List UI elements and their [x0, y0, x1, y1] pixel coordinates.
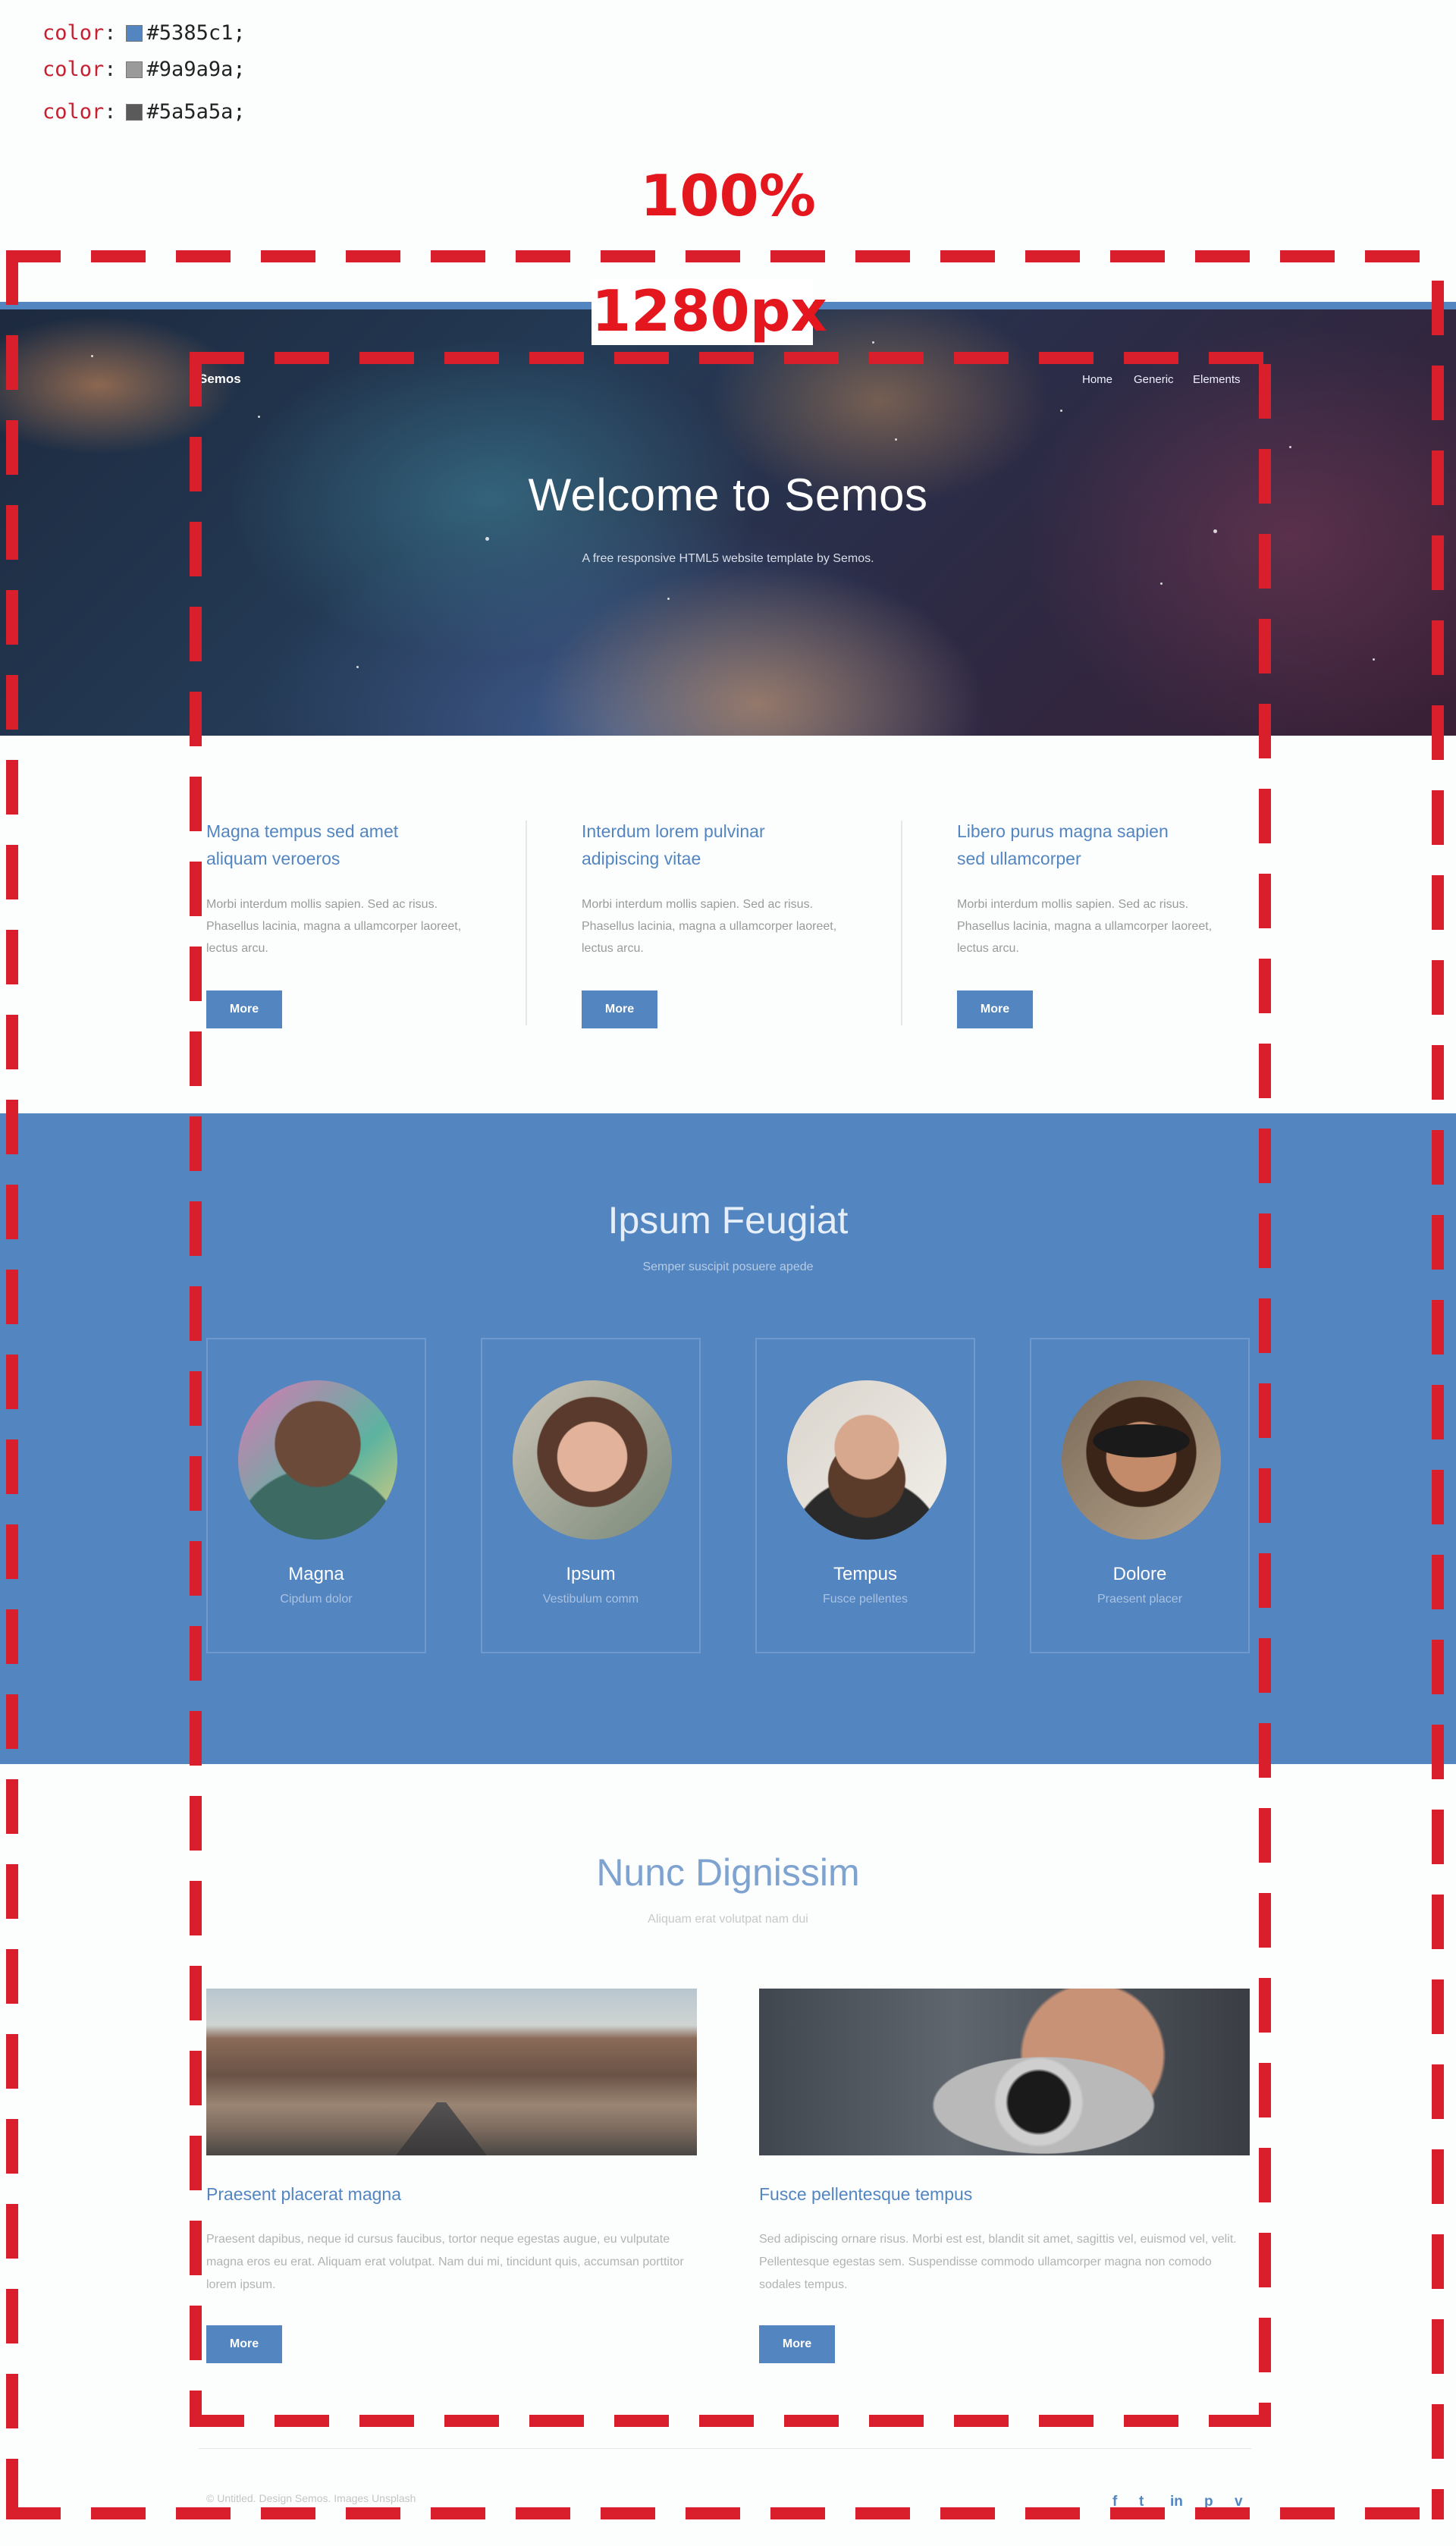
hero-title: Welcome to Semos: [528, 469, 928, 520]
avatar: [1062, 1380, 1221, 1540]
feature-more-button[interactable]: More: [206, 990, 282, 1028]
site-logo[interactable]: Semos: [199, 372, 241, 387]
feature-title: Magna tempus sed amet aliquam veroeros: [206, 821, 399, 868]
feature-more-button[interactable]: More: [957, 990, 1033, 1028]
content-width-label: 1280px: [592, 278, 827, 344]
member-role: Vestibulum comm: [542, 1593, 639, 1606]
section-title: Nunc Dignissim: [596, 1851, 860, 1894]
team-card: Tempus Fusce pellentes: [755, 1338, 975, 1653]
team-title: Ipsum Feugiat: [607, 1199, 849, 1242]
feature-text: Morbi interdum mollis sapien. Sed ac ris…: [582, 898, 837, 955]
column-divider: [901, 821, 902, 1025]
color-swatch: [125, 61, 143, 78]
member-name: Ipsum: [566, 1564, 616, 1584]
color-spec-2: color: #9a9a9a;: [42, 58, 246, 81]
post-text: Sed adipiscing ornare risus. Morbi est e…: [759, 2233, 1237, 2291]
post-more-button[interactable]: More: [206, 2325, 282, 2363]
post-title: Praesent placerat magna: [206, 2184, 401, 2204]
section-subtitle: Aliquam erat volutpat nam dui: [648, 1913, 808, 1926]
inner-guide-right: [1259, 364, 1271, 2427]
outer-guide-top: [6, 250, 1447, 262]
feature-title: Interdum lorem pulvinar adipiscing vitae: [582, 821, 765, 868]
team-card: Ipsum Vestibulum comm: [481, 1338, 701, 1653]
post-more-button[interactable]: More: [759, 2325, 835, 2363]
hero-subtitle: A free responsive HTML5 website template…: [582, 552, 874, 565]
full-width-label: 100%: [640, 162, 816, 229]
color-spec-3: color: #5a5a5a;: [42, 100, 246, 124]
member-name: Magna: [288, 1564, 344, 1584]
team-card: Dolore Praesent placer: [1030, 1338, 1250, 1653]
feature-text: Morbi interdum mollis sapien. Sed ac ris…: [957, 898, 1213, 955]
inner-guide-left: [190, 352, 202, 2427]
inner-guide-top: [190, 352, 1271, 364]
color-swatch: [125, 104, 143, 121]
spec-value: #5a5a5a;: [146, 100, 246, 124]
outer-guide-bottom: [6, 2507, 1447, 2519]
spec-value: #5385c1;: [146, 21, 246, 45]
nav-home[interactable]: Home: [1082, 373, 1112, 386]
photographer-photo: [759, 1989, 1250, 2155]
column-divider: [526, 821, 527, 1025]
member-name: Tempus: [833, 1564, 898, 1584]
avatar: [787, 1380, 946, 1540]
spec-key: color: [42, 100, 105, 124]
nav-generic[interactable]: Generic: [1134, 373, 1174, 386]
feature-text: Morbi interdum mollis sapien. Sed ac ris…: [206, 898, 462, 955]
inner-guide-bottom: [190, 2415, 1271, 2427]
member-role: Praesent placer: [1097, 1593, 1183, 1606]
team-subtitle: Semper suscipit posuere apede: [642, 1260, 814, 1273]
nav-elements[interactable]: Elements: [1193, 373, 1241, 386]
outer-guide-right: [1432, 281, 1444, 2519]
team-card: Magna Cipdum dolor: [206, 1338, 426, 1653]
member-name: Dolore: [1112, 1564, 1167, 1584]
footer-divider: [199, 2448, 1251, 2449]
member-role: Cipdum dolor: [280, 1593, 353, 1606]
road-mountain-photo: [206, 1989, 697, 2155]
avatar: [238, 1380, 397, 1540]
color-spec-1: color: #5385c1;: [42, 21, 246, 45]
spec-key: color: [42, 58, 105, 81]
post-text: Praesent dapibus, neque id cursus faucib…: [206, 2233, 684, 2291]
copyright: © Untitled. Design Semos. Images Unsplas…: [206, 2492, 416, 2504]
spec-value: #9a9a9a;: [146, 58, 246, 81]
member-role: Fusce pellentes: [822, 1593, 908, 1606]
post-title: Fusce pellentesque tempus: [759, 2184, 973, 2204]
spec-key: color: [42, 21, 105, 45]
feature-title: Libero purus magna sapien sed ullamcorpe…: [957, 821, 1169, 868]
avatar: [513, 1380, 672, 1540]
outer-guide-left: [6, 250, 18, 2519]
color-swatch: [125, 25, 143, 42]
feature-more-button[interactable]: More: [582, 990, 657, 1028]
